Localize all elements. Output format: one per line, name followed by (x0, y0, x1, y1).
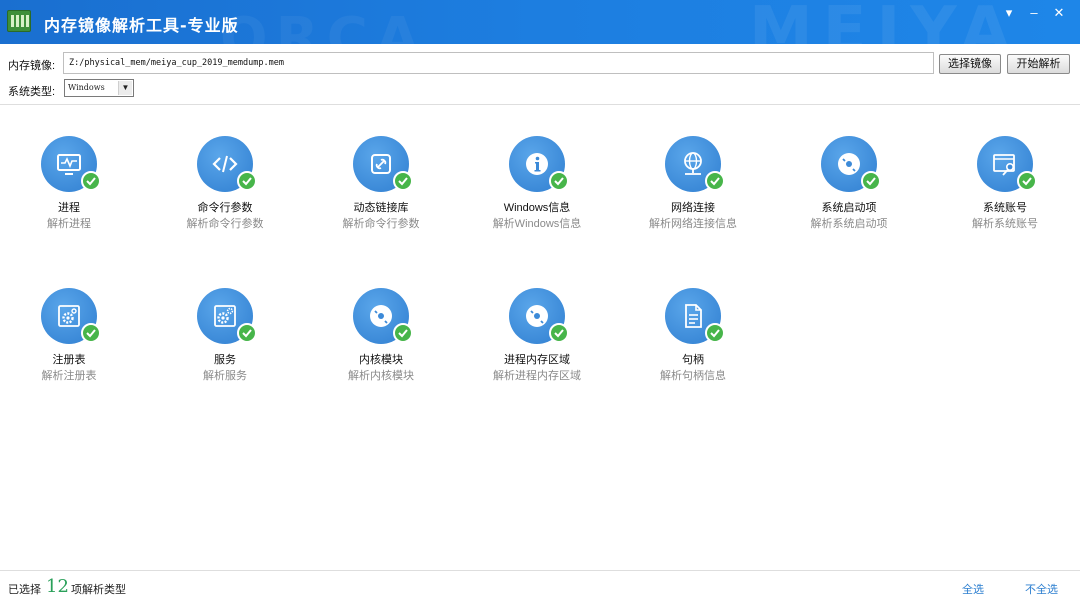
item-subtitle: 解析进程 (47, 218, 91, 230)
item-process-memory[interactable]: 进程内存区域 解析进程内存区域 (472, 288, 602, 398)
check-icon (237, 171, 257, 191)
item-title: 进程 (58, 202, 80, 214)
item-title: Windows信息 (503, 202, 571, 214)
check-icon (705, 323, 725, 343)
item-subtitle: 解析命令行参数 (186, 218, 264, 230)
item-subtitle: 解析注册表 (41, 370, 97, 382)
check-icon (81, 323, 101, 343)
select-all-link[interactable]: 全选 (962, 581, 984, 597)
check-icon (81, 171, 101, 191)
title-bar-watermark: ORCA (220, 6, 428, 44)
check-icon (705, 171, 725, 191)
minimize-button[interactable]: – (1023, 4, 1045, 22)
footer-divider (0, 570, 1080, 571)
select-none-link[interactable]: 不全选 (1025, 581, 1058, 597)
item-accounts[interactable]: 系统账号 解析系统账号 (940, 136, 1070, 246)
title-bar-watermark-right: MEIYA (749, 0, 1020, 44)
item-title: 网络连接 (671, 202, 715, 214)
item-subtitle: 解析内核模块 (348, 370, 414, 382)
start-parse-button[interactable]: 开始解析 (1007, 54, 1070, 74)
item-subtitle: 解析系统启动项 (810, 218, 888, 230)
check-icon (393, 323, 413, 343)
item-subtitle: 解析命令行参数 (342, 218, 420, 230)
selected-prefix: 已选择 (8, 584, 41, 596)
selected-suffix: 项解析类型 (71, 584, 126, 596)
os-type-value: Windows (68, 83, 105, 92)
chevron-down-icon[interactable]: ▼ (118, 81, 132, 95)
item-startup[interactable]: 系统启动项 解析系统启动项 (784, 136, 914, 246)
item-subtitle: 解析网络连接信息 (649, 218, 737, 230)
os-type-select[interactable]: Windows ▼ (64, 79, 134, 97)
item-process[interactable]: 进程 解析进程 (4, 136, 134, 246)
menu-dropdown-button[interactable]: ▾ (998, 4, 1020, 22)
item-subtitle: 解析进程内存区域 (493, 370, 581, 382)
item-title: 系统启动项 (821, 202, 877, 214)
item-subtitle: 解析句柄信息 (660, 370, 726, 382)
os-type-label: 系统类型: (8, 86, 56, 98)
check-icon (861, 171, 881, 191)
item-title: 内核模块 (359, 354, 403, 366)
close-button[interactable]: ✕ (1048, 4, 1070, 22)
item-network[interactable]: 网络连接 解析网络连接信息 (628, 136, 758, 246)
memory-chip-icon (7, 10, 31, 32)
item-title: 命令行参数 (197, 202, 253, 214)
check-icon (549, 171, 569, 191)
item-handles[interactable]: 句柄 解析句柄信息 (628, 288, 758, 398)
item-subtitle: 解析Windows信息 (492, 218, 582, 230)
item-registry[interactable]: 注册表 解析注册表 (4, 288, 134, 398)
item-title: 进程内存区域 (504, 354, 570, 366)
item-subtitle: 解析服务 (203, 370, 247, 382)
title-bar: ORCA MEIYA 内存镜像解析工具-专业版 ▾ – ✕ (0, 0, 1080, 44)
image-path-input[interactable]: Z:/physical_mem/meiya_cup_2019_memdump.m… (63, 52, 934, 74)
check-icon (549, 323, 569, 343)
check-icon (393, 171, 413, 191)
app-title: 内存镜像解析工具-专业版 (44, 16, 239, 35)
item-cmdline[interactable]: 命令行参数 解析命令行参数 (160, 136, 290, 246)
item-dll[interactable]: 动态链接库 解析命令行参数 (316, 136, 446, 246)
image-path-label: 内存镜像: (8, 60, 56, 72)
item-windows-info[interactable]: Windows信息 解析Windows信息 (472, 136, 602, 246)
item-title: 注册表 (52, 354, 86, 366)
selected-count: 12 (46, 576, 69, 597)
check-icon (1017, 171, 1037, 191)
item-kernel-modules[interactable]: 内核模块 解析内核模块 (316, 288, 446, 398)
item-services[interactable]: 服务 解析服务 (160, 288, 290, 398)
item-title: 句柄 (682, 354, 704, 366)
toolbar-divider (0, 104, 1080, 105)
item-subtitle: 解析系统账号 (972, 218, 1038, 230)
select-image-button[interactable]: 选择镜像 (939, 54, 1001, 74)
item-title: 系统账号 (983, 202, 1027, 214)
check-icon (237, 323, 257, 343)
item-title: 动态链接库 (353, 202, 409, 214)
item-title: 服务 (214, 354, 236, 366)
